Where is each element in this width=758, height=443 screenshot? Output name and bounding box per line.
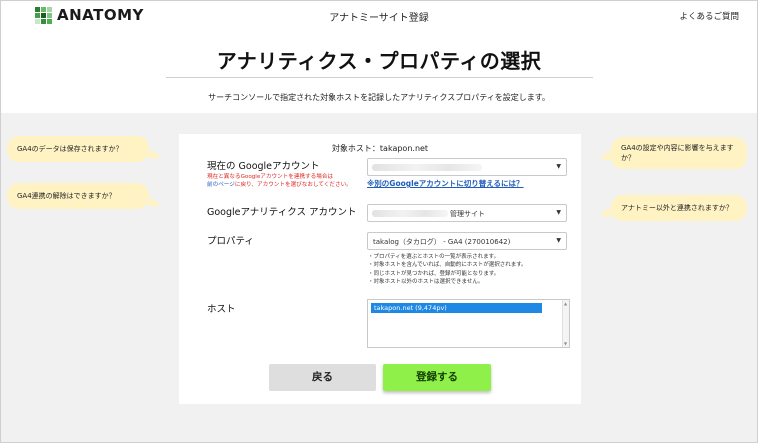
site-registration-title: アナトミーサイト登録 [329, 13, 429, 24]
register-button[interactable]: 登録する [383, 364, 491, 391]
page-title: アナリティクス・プロパティの選択 [216, 49, 542, 73]
faq-question-text: GA4連携の解除はできますか？ [17, 192, 116, 200]
ga-account-value: 管理サイト [450, 210, 485, 218]
redacted-account-name [372, 210, 448, 217]
title-area: アナリティクス・プロパティの選択 サーチコンソールで指定された対象ホストを記録し… [1, 29, 757, 113]
faq-link[interactable]: よくあるご質問 [679, 10, 739, 22]
faq-bubble-other-services[interactable]: アナトミー以外と連携されますか？ [611, 195, 747, 221]
property-select[interactable]: takalog（タカログ） - GA4 (270010642) ▼ [367, 232, 567, 250]
property-form-card: 対象ホスト：takapon.net 現在の Googleアカウント 現在と異なる… [179, 134, 581, 404]
page-subtitle: サーチコンソールで指定された対象ホストを記録したアナリティクスプロパティを設定し… [208, 93, 550, 102]
note-line: ・同じホストが見つかれば、登録が可能となります。 [368, 270, 500, 277]
host-listbox[interactable]: takapon.net (9,474pv) ▲ ▼ [367, 299, 570, 348]
faq-question-text: GA4の設定や内容に影響を与えますか？ [621, 144, 734, 162]
note-line: ・対象ホストを含んでいれば、自動的にホストが選択されます。 [368, 262, 527, 269]
ga-account-label: Googleアナリティクス アカウント [207, 207, 357, 218]
top-header: ANATOMY アナトミーサイト登録 よくあるご質問 [1, 1, 757, 29]
dropdown-arrow-icon: ▼ [556, 163, 561, 170]
property-notes: ・プロパティを選ぶとホストの一覧が表示されます。 ・対象ホストを含んでいれば、自… [368, 253, 527, 286]
host-scrollbar[interactable]: ▲ ▼ [562, 300, 569, 347]
property-label: プロパティ [207, 236, 254, 247]
back-button[interactable]: 戻る [269, 364, 376, 391]
faq-bubble-unlink[interactable]: GA4連携の解除はできますか？ [7, 183, 149, 209]
note-line: ・プロパティを選ぶとホストの一覧が表示されます。 [368, 254, 500, 260]
note-line: ・対象ホスト以外のホストは選択できません。 [368, 278, 484, 285]
host-option-selected[interactable]: takapon.net (9,474pv) [371, 303, 542, 313]
scroll-up-icon[interactable]: ▲ [564, 301, 567, 306]
previous-page-link[interactable]: 前のページ [207, 182, 235, 188]
ga-account-select[interactable]: 管理サイト ▼ [367, 204, 567, 222]
faq-bubble-ga4-impact[interactable]: GA4の設定や内容に影響を与えますか？ [611, 137, 747, 169]
warning-text-line2: に戻り、アカウントを選びなおしてください。 [234, 182, 352, 188]
google-account-label: 現在の Googleアカウント [207, 161, 320, 172]
host-label: ホスト [207, 304, 236, 315]
property-value: takalog（タカログ） - GA4 (270010642) [373, 238, 511, 246]
scroll-down-icon[interactable]: ▼ [564, 341, 567, 346]
account-warning: 現在と異なるGoogleアカウントを連携する場合は 前のページに戻り、アカウント… [207, 173, 377, 189]
dropdown-arrow-icon: ▼ [556, 209, 561, 216]
title-divider [166, 77, 593, 78]
target-host-text: 対象ホスト：takapon.net [331, 144, 429, 153]
app-window: ANATOMY アナトミーサイト登録 よくあるご質問 アナリティクス・プロパティ… [0, 0, 758, 443]
google-account-select[interactable]: ▼ [367, 158, 567, 176]
faq-bubble-data-saved[interactable]: GA4のデータは保存されますか？ [7, 136, 149, 162]
dropdown-arrow-icon: ▼ [556, 237, 561, 244]
switch-account-link[interactable]: ※別のGoogleアカウントに切り替えるには？ [367, 178, 524, 189]
redacted-account-value [372, 164, 482, 171]
warning-text-line1: 現在と異なるGoogleアカウントを連携する場合は [207, 174, 334, 180]
faq-question-text: GA4のデータは保存されますか？ [17, 145, 123, 153]
faq-question-text: アナトミー以外と連携されますか？ [621, 204, 733, 212]
